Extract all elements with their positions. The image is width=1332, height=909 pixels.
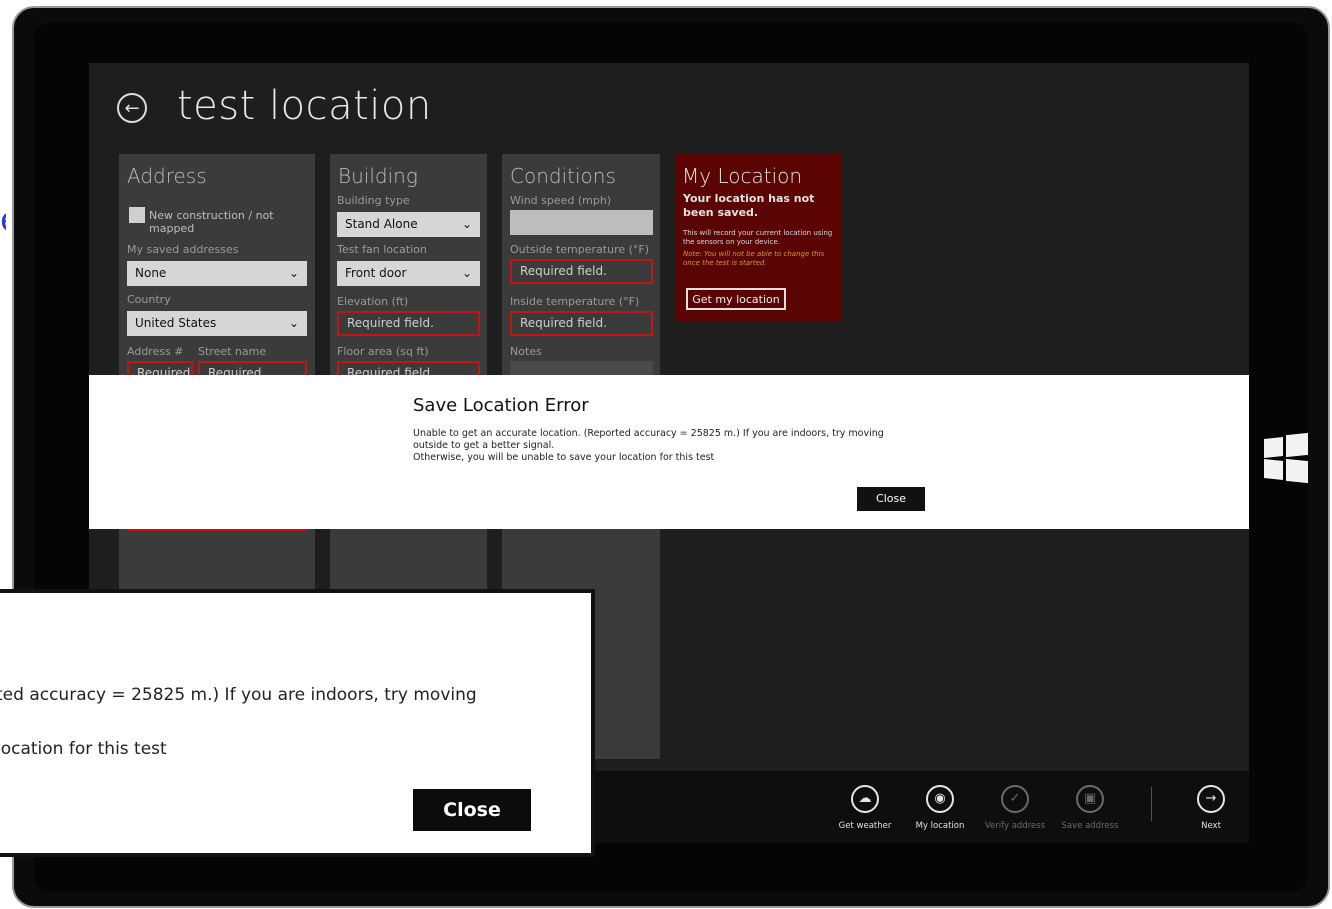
saved-addresses-label: My saved addresses — [127, 243, 239, 256]
saved-addresses-select[interactable]: None ⌄ — [127, 261, 307, 286]
zoomed-close-button[interactable]: Close — [413, 789, 531, 831]
dialog-message-line1: Unable to get an accurate location. (Rep… — [413, 428, 884, 451]
zoomed-dialog-callout: ted accuracy = 25825 m.) If you are indo… — [0, 589, 595, 857]
next-button[interactable]: → Next — [1176, 785, 1246, 831]
check-icon: ✓ — [1001, 785, 1029, 813]
location-note: Note: You will not be able to change thi… — [683, 250, 825, 267]
verify-address-label: Verify address — [984, 821, 1046, 831]
address-number-label: Address # — [127, 345, 184, 358]
windows-logo-icon[interactable] — [1264, 432, 1308, 484]
chevron-down-icon: ⌄ — [288, 316, 299, 330]
building-type-select[interactable]: Stand Alone ⌄ — [337, 212, 480, 237]
street-name-label: Street name — [198, 345, 267, 358]
location-description: This will record your current location u… — [683, 229, 833, 246]
dialog-message: Unable to get an accurate location. (Rep… — [413, 428, 903, 464]
floor-area-label: Floor area (sq ft) — [337, 345, 429, 358]
dialog-message-line2: Otherwise, you will be unable to save yo… — [413, 452, 715, 463]
elevation-label: Elevation (ft) — [337, 295, 409, 308]
zoomed-message-line2: location for this test — [0, 739, 167, 759]
required-field-border — [127, 529, 307, 531]
outside-temp-input[interactable]: Required field. — [510, 259, 653, 284]
building-type-label: Building type — [337, 194, 410, 207]
next-label: Next — [1201, 821, 1221, 831]
my-location-panel: My Location Your location has not been s… — [676, 154, 841, 322]
dialog-title: Save Location Error — [413, 395, 589, 416]
chevron-down-icon: ⌄ — [461, 217, 472, 231]
country-select[interactable]: United States ⌄ — [127, 311, 307, 336]
inside-temp-label: Inside temperature (°F) — [510, 295, 640, 308]
location-status-text: Your location has not been saved. — [683, 192, 815, 219]
chevron-down-icon: ⌄ — [461, 266, 472, 280]
elevation-input[interactable]: Required field. — [337, 311, 480, 336]
my-location-button[interactable]: ◉ My location — [905, 785, 975, 831]
save-address-label: Save address — [1061, 821, 1119, 831]
background-fragment: e — [0, 200, 6, 244]
dialog-close-button[interactable]: Close — [857, 487, 925, 511]
get-my-location-button[interactable]: Get my location — [686, 288, 786, 310]
save-location-error-dialog: Save Location Error Unable to get an acc… — [89, 375, 1249, 529]
my-location-heading: My Location — [682, 164, 803, 188]
zoomed-message-line1: ted accuracy = 25825 m.) If you are indo… — [0, 685, 477, 705]
wind-speed-label: Wind speed (mph) — [510, 194, 612, 207]
new-construction-label: New construction / not mapped — [149, 209, 274, 235]
conditions-heading: Conditions — [510, 164, 616, 188]
get-weather-button[interactable]: ☁ Get weather — [830, 785, 900, 831]
arrow-right-icon: → — [1197, 785, 1225, 813]
back-arrow-icon: ← — [124, 98, 140, 119]
page-title: test location — [177, 83, 432, 129]
new-construction-checkbox[interactable] — [129, 207, 145, 223]
verify-address-button[interactable]: ✓ Verify address — [980, 785, 1050, 831]
building-type-value: Stand Alone — [345, 217, 418, 231]
notes-label: Notes — [510, 345, 542, 358]
wind-speed-input[interactable] — [510, 210, 653, 235]
building-heading: Building — [338, 164, 418, 188]
save-address-button[interactable]: ▣ Save address — [1055, 785, 1125, 831]
country-value: United States — [135, 316, 217, 330]
fan-location-value: Front door — [345, 266, 407, 280]
app-bar-separator — [1151, 787, 1152, 821]
fan-location-select[interactable]: Front door ⌄ — [337, 261, 480, 286]
country-label: Country — [127, 293, 171, 306]
back-button[interactable]: ← — [117, 93, 147, 123]
chevron-down-icon: ⌄ — [288, 266, 299, 280]
outside-temp-label: Outside temperature (°F) — [510, 243, 650, 256]
weather-icon: ☁ — [851, 785, 879, 813]
get-weather-label: Get weather — [838, 821, 892, 831]
my-location-label: My location — [915, 821, 965, 831]
save-icon: ▣ — [1076, 785, 1104, 813]
inside-temp-input[interactable]: Required field. — [510, 311, 653, 336]
fan-location-label: Test fan location — [337, 243, 427, 256]
address-heading: Address — [127, 164, 207, 188]
saved-addresses-value: None — [135, 266, 167, 280]
location-pin-icon: ◉ — [926, 785, 954, 813]
